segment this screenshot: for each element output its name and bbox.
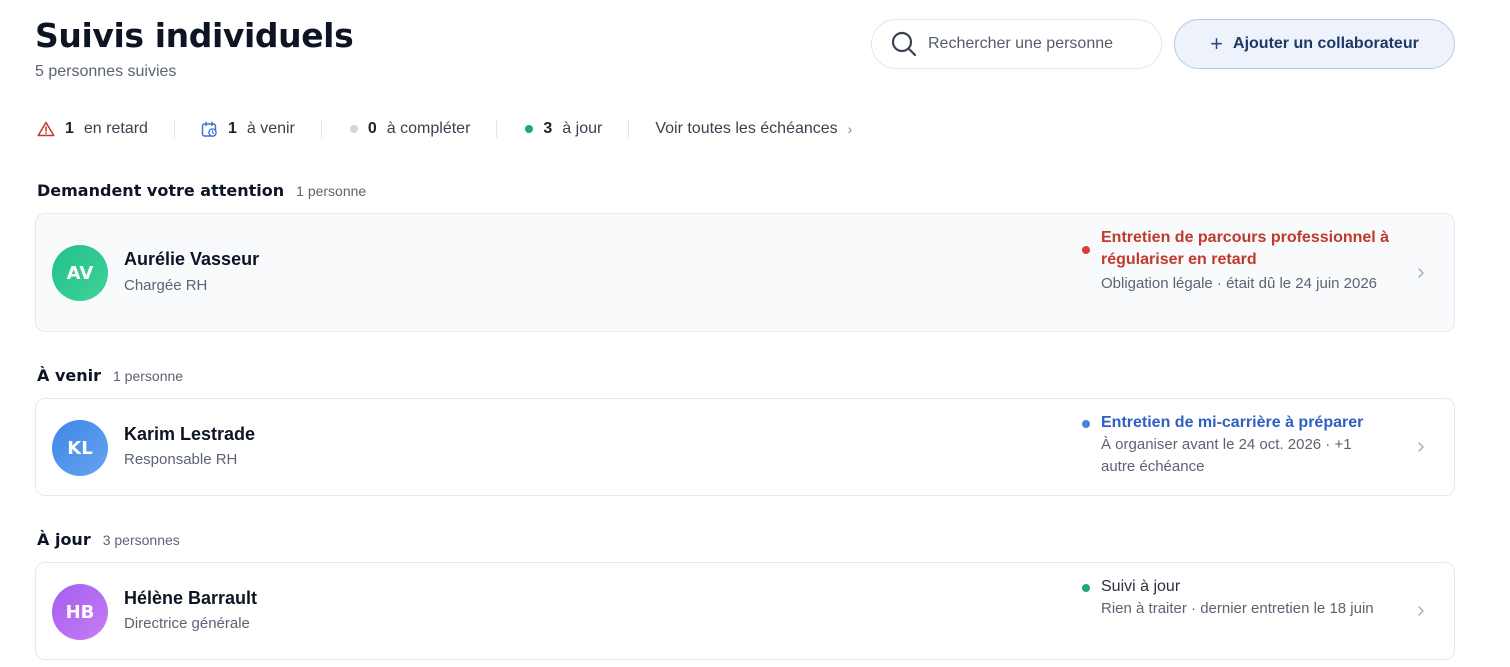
person-name: Aurélie Vasseur (124, 249, 260, 269)
section-header-upcoming: À venir 1 personne (37, 366, 183, 385)
section-count: 3 personnes (102, 532, 180, 548)
person-role: Directrice générale (124, 615, 250, 632)
status-detail: Obligation légale · était dû le 24 juin … (1101, 275, 1378, 292)
section-title: Demandent votre attention (37, 181, 285, 200)
search-input[interactable] (928, 35, 1128, 53)
stat-upcoming-count: 1 (227, 120, 237, 137)
person-card[interactable]: HB Hélène Barrault Directrice générale S… (35, 562, 1455, 660)
person-role: Chargée RH (124, 277, 208, 294)
calendar-clock-icon (201, 121, 217, 137)
status-dot-icon (525, 125, 534, 133)
search-icon (891, 31, 917, 57)
person-name: Hélène Barrault (124, 588, 258, 608)
stat-up-to-date[interactable]: 3 à jour (523, 120, 628, 138)
stat-to-complete-label: à compléter (386, 120, 471, 137)
divider (320, 120, 322, 138)
status-block: Entretien de mi-carrière à préparer À or… (1101, 412, 1401, 478)
status-title: Entretien de parcours professionnel à ré… (1101, 229, 1390, 268)
status-detail: Rien à traiter · dernier entretien le 18… (1101, 600, 1374, 617)
chevron-right-icon (1418, 268, 1424, 278)
warning-icon (37, 121, 55, 137)
section-title: À jour (37, 530, 91, 549)
stat-to-complete[interactable]: 0 à compléter (348, 120, 497, 138)
stat-up-to-date-count: 3 (543, 120, 553, 137)
section-header-up-to-date: À jour 3 personnes (37, 530, 180, 549)
page-subtitle: 5 personnes suivies (35, 63, 177, 80)
divider (496, 120, 498, 138)
stat-late-count: 1 (65, 120, 74, 137)
person-card[interactable]: AV Aurélie Vasseur Chargée RH Entretien … (35, 213, 1455, 332)
status-title: Suivi à jour (1101, 578, 1181, 595)
divider (173, 120, 175, 138)
stat-to-complete-count: 0 (367, 120, 377, 137)
divider (628, 120, 630, 138)
person-card[interactable]: KL Karim Lestrade Responsable RH Entreti… (35, 398, 1455, 496)
add-collaborator-button[interactable]: + Ajouter un collaborateur (1174, 19, 1455, 69)
section-header-attention: Demandent votre attention 1 personne (37, 181, 366, 200)
page-title: Suivis individuels (35, 16, 354, 55)
status-title: Entretien de mi-carrière à préparer (1101, 414, 1364, 431)
all-deadlines-link[interactable]: Voir toutes les échéances › (655, 120, 852, 138)
search-box[interactable] (871, 19, 1162, 69)
avatar: KL (52, 420, 108, 476)
stat-upcoming[interactable]: 1 à venir (201, 120, 321, 138)
stat-up-to-date-label: à jour (562, 120, 603, 137)
person-role: Responsable RH (124, 451, 238, 468)
stat-late-label: en retard (83, 120, 148, 137)
chevron-right-icon (1418, 606, 1424, 616)
avatar: HB (52, 584, 108, 640)
stat-upcoming-label: à venir (246, 120, 295, 137)
status-dot-icon (1082, 420, 1090, 428)
section-count: 1 personne (296, 183, 367, 199)
status-detail: À organiser avant le 24 oct. 2026 · +1 a… (1101, 436, 1352, 475)
plus-icon: + (1210, 31, 1224, 56)
status-dot-icon (349, 125, 358, 133)
chevron-right-icon: › (847, 121, 853, 137)
all-deadlines-label: Voir toutes les échéances (655, 120, 838, 137)
chevron-right-icon (1418, 442, 1424, 452)
section-count: 1 personne (113, 368, 184, 384)
status-dot-icon (1082, 584, 1090, 592)
person-name: Karim Lestrade (124, 424, 256, 444)
avatar: AV (52, 245, 108, 301)
stats-bar: 1 en retard 1 à venir 0 à compléter 3 à … (37, 116, 852, 142)
status-dot-icon (1082, 246, 1090, 254)
status-block: Suivi à jour Rien à traiter · dernier en… (1101, 576, 1401, 620)
stat-late[interactable]: 1 en retard (37, 120, 174, 138)
section-title: À venir (37, 366, 101, 385)
status-block: Entretien de parcours professionnel à ré… (1101, 227, 1401, 295)
add-collaborator-label: Ajouter un collaborateur (1233, 35, 1419, 52)
